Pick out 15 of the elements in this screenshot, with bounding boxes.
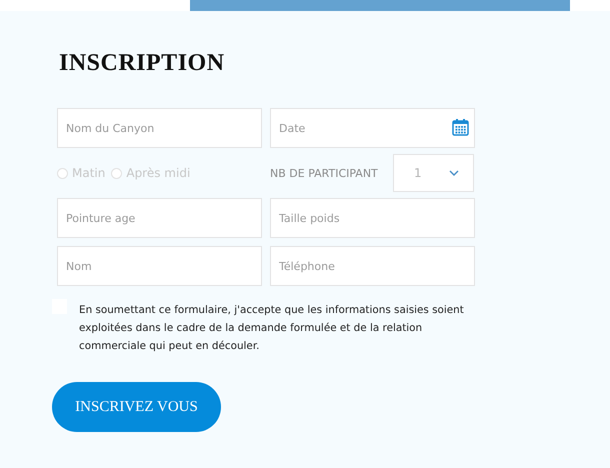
date-field[interactable]: Date [270,108,475,148]
radio-button[interactable] [57,168,68,178]
submit-button[interactable]: INSCRIVEZ VOUS [52,382,221,432]
input-field[interactable]: Nom [57,246,262,286]
input-field[interactable]: Nom du Canyon [57,108,262,148]
participant-select[interactable]: 1 [393,154,474,192]
input-field[interactable]: Téléphone [270,246,475,286]
participant-label: NB DE PARTICIPANT [270,166,379,180]
calendar-icon[interactable] [452,118,469,136]
consent-text: En soumettant ce formulaire, j'accepte que les informations saisies soient exploitées dans le cadre de la demande formulée et de la relation commerciale qui peut en découler. [79,303,465,354]
input-field[interactable]: Pointure age [57,198,262,238]
form-title: INSCRIPTION [59,49,226,78]
chevron-icon [449,170,459,176]
input-field[interactable]: Taille poids [270,198,475,238]
radio-button[interactable] [111,168,122,178]
